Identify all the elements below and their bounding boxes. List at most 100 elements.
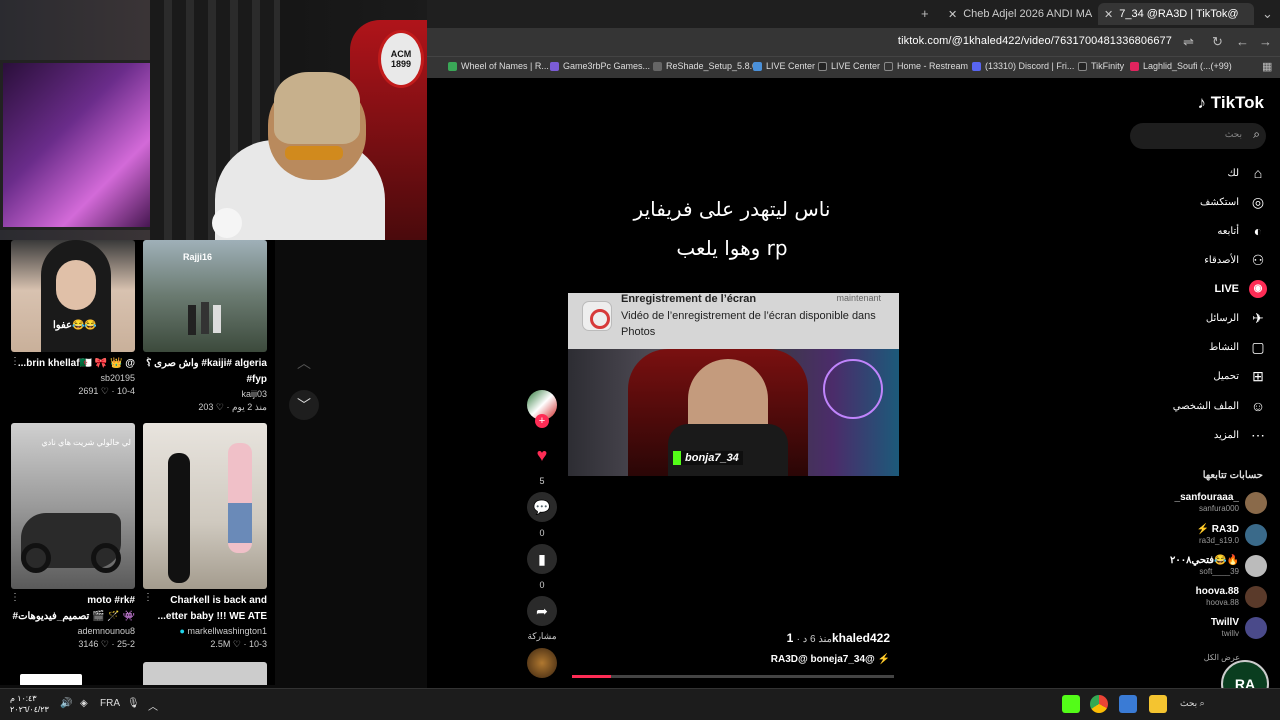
bookmarks-folder-icon[interactable]: ▦ — [1262, 60, 1272, 73]
chevron-up-icon[interactable]: ︿ — [148, 698, 158, 713]
reload-icon[interactable]: ↻ — [1212, 34, 1223, 50]
back-icon[interactable]: ← — [1236, 34, 1249, 49]
nav-item[interactable]: تحميل ⊞ — [1213, 366, 1267, 386]
video-thumbnail[interactable]: Rajji16 — [143, 240, 267, 352]
card-username[interactable]: ademnounou8 — [11, 625, 135, 638]
nav-label: لك — [1227, 167, 1239, 179]
folder-icon[interactable] — [1149, 695, 1167, 713]
avatar[interactable] — [1245, 555, 1267, 577]
following-account[interactable]: TwillV twillv — [1211, 615, 1267, 641]
volume-icon[interactable]: 🔊 — [60, 698, 72, 709]
feed-card[interactable]: Charkell is back and ...etter baby !!! W… — [143, 423, 267, 651]
nav-item[interactable]: لك ⌂ — [1228, 163, 1267, 183]
video-progress-bar[interactable] — [572, 675, 894, 678]
card-title[interactable]: moto #rk# — [11, 593, 135, 609]
video-thumbnail[interactable] — [143, 662, 267, 685]
nav-item[interactable]: الملف الشخصي ☺ — [1173, 396, 1267, 416]
search-icon[interactable]: ⌕ — [1253, 127, 1260, 142]
feed-card[interactable]: عفوا😂😂 ...brin khellaf🇩🇿 🎀 👑 @ sb20195 2… — [11, 240, 135, 398]
video-thumbnail[interactable] — [20, 674, 82, 685]
following-account[interactable]: فتحي٢٠٠٨😂🔥 soft____39 — [1170, 553, 1267, 579]
nav-item[interactable]: LIVE ◉ — [1215, 279, 1267, 299]
video-author[interactable]: منذ 6 د · 1khaled422 — [787, 631, 890, 645]
follow-plus-icon[interactable]: + — [535, 414, 549, 428]
feed-card[interactable]: لي خالولي شريت هاي نادي moto #rk# #تصميم… — [11, 423, 135, 651]
like-heart-icon[interactable]: ♥ — [527, 440, 557, 470]
card-title-line2[interactable]: ...etter baby !!! WE ATE — [143, 609, 267, 625]
store-icon[interactable] — [1119, 695, 1137, 713]
avatar[interactable] — [1245, 524, 1267, 546]
bookmark-item[interactable]: ReShade_Setup_5.8.0 — [653, 61, 757, 71]
bookmark-item[interactable]: Game3rbPc Games... — [550, 61, 650, 71]
nav-icon: ✈ — [1252, 310, 1264, 326]
following-account[interactable]: ⚡ RA3D ra3d_s19.0 — [1197, 522, 1267, 548]
nav-item[interactable]: الرسائل ✈ — [1206, 308, 1267, 328]
music-disc-icon[interactable] — [527, 648, 557, 678]
card-title-line2[interactable]: #تصميم_فيديوهات 🎬 🪄 👾 — [11, 609, 135, 625]
language-indicator[interactable]: FRA — [100, 698, 120, 709]
close-icon[interactable]: ✕ — [948, 8, 957, 21]
account-name: hoova.88 — [1195, 586, 1239, 597]
nav-icon: ⋯ — [1251, 427, 1265, 443]
avatar[interactable] — [1245, 492, 1267, 514]
nav-item[interactable]: النشاط ▢ — [1209, 337, 1267, 357]
tab-youtube[interactable]: ✕ Cheb Adjel 2026 ANDI MA TAR — [942, 3, 1094, 25]
more-options-icon[interactable]: ⋮ — [143, 356, 153, 367]
tune-icon[interactable]: ⇌ — [1183, 34, 1194, 50]
card-title[interactable]: ...brin khellaf🇩🇿 🎀 👑 @ — [11, 356, 135, 372]
feed-card[interactable]: Rajji16 واش صرى ؟ #kaiji# algeria #fyp k… — [143, 240, 267, 414]
url-field[interactable]: tiktok.com/@1khaled422/video/76317004813… — [898, 35, 1172, 47]
following-account[interactable]: _sanfouraaa_ sanfura000 — [1175, 490, 1267, 516]
video-description[interactable]: RA3D@ boneja7_34@ ⚡ — [771, 654, 890, 665]
tiktok-logo[interactable]: ♪ TikTok — [1198, 93, 1264, 113]
scroll-up-button[interactable]: ︿ — [289, 348, 319, 378]
bookmark-item[interactable]: LIVE Center — [818, 61, 880, 71]
kick-app-icon[interactable] — [1062, 695, 1080, 713]
card-username[interactable]: kaiji03 — [143, 388, 267, 401]
chrome-icon[interactable] — [1090, 695, 1108, 713]
avatar[interactable] — [1245, 617, 1267, 639]
comment-icon[interactable]: 💬 — [527, 492, 557, 522]
video-thumbnail[interactable] — [143, 423, 267, 589]
bookmark-item[interactable]: TikFinity — [1078, 61, 1124, 71]
clock[interactable]: ١٠:٤٣ م ٢٠٢٦/٠٤/٢٣ — [10, 693, 49, 715]
bookmark-icon[interactable]: ▮ — [527, 544, 557, 574]
following-account[interactable]: hoova.88 hoova.88 — [1196, 584, 1267, 610]
notification-body: Vidéo de l’enregistrement de l’écran dis… — [621, 310, 876, 338]
nav-item[interactable]: أتابعه ◐ — [1217, 221, 1267, 241]
new-tab-icon[interactable]: + — [921, 6, 929, 21]
bookmark-item[interactable]: Wheel of Names | R... — [448, 61, 549, 71]
card-title-line2[interactable]: #fyp — [143, 372, 267, 388]
bookmark-item[interactable]: LIVE Center — [753, 61, 815, 71]
more-options-icon[interactable]: ⋮ — [143, 592, 153, 603]
mic-icon[interactable]: 🎙 — [127, 698, 140, 709]
avatar[interactable] — [1245, 586, 1267, 608]
account-name: _sanfouraaa_ — [1174, 492, 1239, 503]
scroll-down-button[interactable]: ﹀ — [289, 390, 319, 420]
video-thumbnail[interactable]: لي خالولي شريت هاي نادي — [11, 423, 135, 589]
video-thumbnail[interactable]: عفوا😂😂 — [11, 240, 135, 352]
more-options-icon[interactable]: ⋮ — [10, 356, 20, 367]
nav-item[interactable]: استكشف ◎ — [1200, 192, 1267, 212]
close-icon[interactable]: ✕ — [1104, 8, 1113, 21]
card-meta: 2.5M ♡ · 10-3 — [210, 639, 267, 649]
taskbar-search[interactable]: بحث ⌕ — [1180, 698, 1205, 709]
card-username[interactable]: ● markellwashington1 — [143, 625, 267, 638]
card-username[interactable]: sb20195 — [11, 372, 135, 385]
bookmark-item[interactable]: Laghlid_Soufi (...(+99) — [1130, 61, 1232, 71]
network-icon[interactable]: ◈ — [80, 698, 88, 709]
forward-icon[interactable]: → — [1259, 34, 1272, 49]
bookmark-item[interactable]: (13310) Discord | Fri... — [972, 61, 1074, 71]
nav-item[interactable]: المزيد ⋯ — [1214, 425, 1267, 445]
chevron-down-icon[interactable]: ⌄ — [1262, 6, 1273, 22]
bookmark-item[interactable]: Home - Restream — [884, 61, 968, 71]
share-icon[interactable]: ➦ — [527, 596, 557, 626]
tab-tiktok[interactable]: ✕ 7_34 @RA3D | TikTok@ — [1098, 3, 1254, 25]
more-options-icon[interactable]: ⋮ — [10, 592, 20, 603]
see-all-link[interactable]: عرض الكل — [1204, 653, 1240, 662]
search-placeholder: بحث — [1224, 129, 1242, 139]
search-input[interactable]: بحث ⌕ — [1130, 123, 1266, 149]
card-title[interactable]: واش صرى ؟ #kaiji# algeria — [143, 356, 267, 372]
card-title[interactable]: Charkell is back and — [143, 593, 267, 609]
nav-item[interactable]: الأصدقاء ⚇ — [1204, 250, 1267, 270]
